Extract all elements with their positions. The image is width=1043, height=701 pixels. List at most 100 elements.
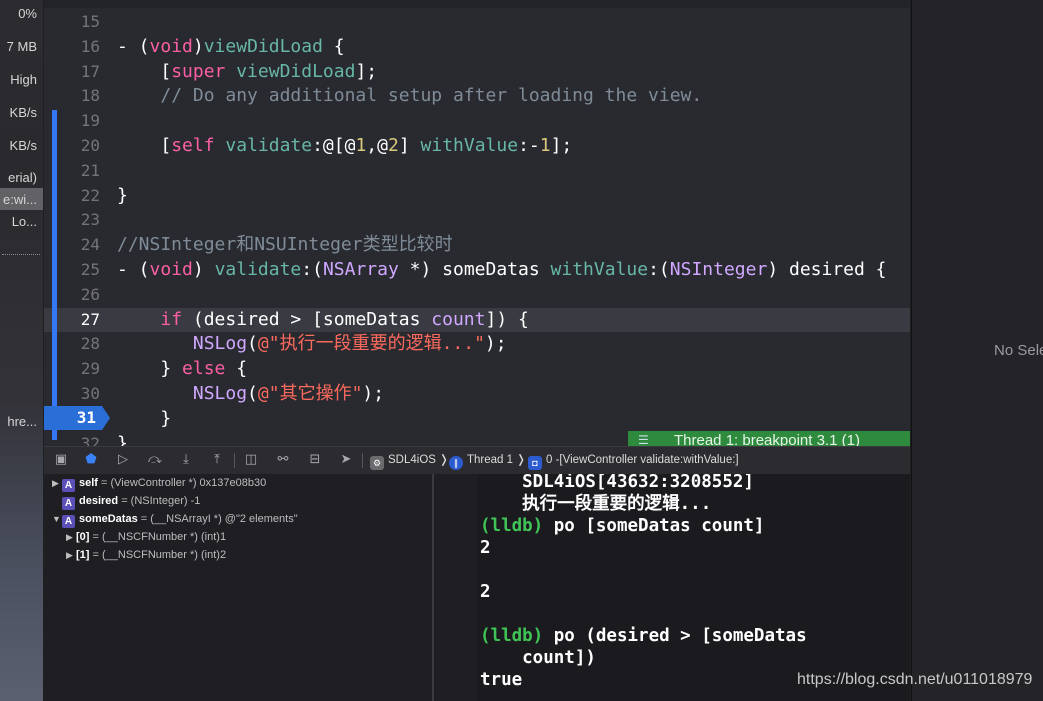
variables-view[interactable]: ▶ Aself = (ViewController *) 0x137e08b30 A… <box>44 474 476 701</box>
crumb-target[interactable]: ⚙ SDL4iOS ❭ <box>370 447 449 474</box>
line-number[interactable]: 18 <box>44 84 100 108</box>
code-text[interactable]: } <box>117 184 128 208</box>
crumb-frame[interactable]: ◘ 0 -[ViewController validate:withValue:] <box>528 447 739 474</box>
code-text[interactable]: } <box>117 432 128 446</box>
variable-value: = (__NSCFNumber *) (int)2 <box>89 549 227 561</box>
disclosure-open-icon[interactable]: ▼ <box>52 510 62 528</box>
code-line[interactable]: 23 <box>44 208 910 232</box>
inspector-pane: No Selection <box>911 0 1043 701</box>
console-text: po [someDatas count] <box>543 516 765 536</box>
debug-gauges-panel: 0% 7 MB High KB/s KB/s erial) e:wi... Lo... hre.… <box>0 0 43 701</box>
frame-label-2[interactable]: Lo... <box>12 214 37 229</box>
code-line[interactable]: 15 <box>44 10 910 34</box>
console-text: 2 <box>480 538 491 558</box>
lldb-prompt: (lldb) <box>480 516 544 536</box>
line-number[interactable]: 17 <box>44 60 100 84</box>
code-text[interactable]: NSLog(@"其它操作"); <box>117 382 384 406</box>
console-output-line: 执行一段重要的逻辑... <box>480 493 711 515</box>
hide-debug-area-icon[interactable]: ▣ <box>52 451 70 469</box>
code-line[interactable]: 19 <box>44 109 910 133</box>
cpu-gauge[interactable]: 0% <box>18 6 37 21</box>
variable-value: = (NSInteger) -1 <box>118 495 201 507</box>
debug-area-splitter[interactable] <box>432 474 434 701</box>
code-text[interactable]: - (void)viewDidLoad { <box>117 35 345 59</box>
argument-badge-icon: A <box>62 515 75 528</box>
debug-bar-divider <box>362 453 363 468</box>
no-selection-label: No Selection <box>994 342 1043 359</box>
console-text: 执行一段重要的逻辑... <box>480 494 712 514</box>
code-line[interactable]: 25- (void) validate:(NSArray *) someData… <box>44 258 910 282</box>
user-frame-icon: ◘ <box>528 456 542 470</box>
code-line[interactable]: 18 // Do any additional setup after load… <box>44 84 910 108</box>
thread-banner-text: Thread 1: breakpoint 3.1 (1) <box>674 432 860 446</box>
line-number[interactable]: 15 <box>44 10 100 34</box>
code-line[interactable]: 30 NSLog(@"其它操作"); <box>44 382 910 406</box>
lldb-prompt: (lldb) <box>480 626 544 646</box>
simulate-location-icon[interactable]: ➤ <box>337 451 355 469</box>
code-text[interactable]: - (void) validate:(NSArray *) someDatas … <box>117 258 887 282</box>
disclosure-closed-icon[interactable]: ▶ <box>66 528 76 546</box>
code-text[interactable]: NSLog(@"执行一段重要的逻辑..."); <box>117 332 507 356</box>
console-text: true <box>480 670 523 690</box>
crumb-thread[interactable]: ∥ Thread 1 ❭ <box>449 447 526 474</box>
variable-row[interactable]: Adesired = (NSInteger) -1 <box>52 492 200 510</box>
code-line[interactable]: 21 <box>44 159 910 183</box>
queue-label[interactable]: erial) <box>8 170 37 185</box>
code-line[interactable]: 29 } else { <box>44 357 910 381</box>
code-line[interactable]: 26 <box>44 283 910 307</box>
code-text[interactable]: //NSInteger和NSUInteger类型比较时 <box>117 233 453 257</box>
disclosure-closed-icon[interactable]: ▶ <box>66 546 76 564</box>
lldb-console[interactable]: SDL4iOS[43632:3208552] 执行一段重要的逻辑... (lldb… <box>477 474 910 701</box>
memory-graph-icon[interactable]: ⚯ <box>274 451 292 469</box>
variable-row[interactable]: ▶ Aself = (ViewController *) 0x137e08b30 <box>52 474 266 492</box>
energy-gauge[interactable]: High <box>10 72 37 87</box>
disk-gauge[interactable]: KB/s <box>10 105 37 120</box>
console-output-line: 2 <box>480 537 491 559</box>
code-line[interactable]: 27 if (desired > [someDatas count]) { <box>44 307 910 332</box>
code-text[interactable]: [self validate:@[@1,@2] withValue:-1]; <box>117 134 572 158</box>
code-line[interactable]: 31 } <box>44 407 910 431</box>
code-coverage-strip <box>52 110 57 440</box>
code-line[interactable]: 17 [super viewDidLoad]; <box>44 60 910 84</box>
variable-name: [1] <box>76 549 90 561</box>
thread-lines-icon: ☰ <box>638 433 649 446</box>
variable-row[interactable]: ▼ AsomeDatas = (__NSArrayI *) @"2 element… <box>52 510 298 528</box>
argument-badge-icon: A <box>62 479 75 492</box>
memory-gauge[interactable]: 7 MB <box>7 39 37 54</box>
variable-row[interactable]: ▶ [0] = (__NSCFNumber *) (int)1 <box>66 528 226 546</box>
step-over-icon[interactable]: ⤼ <box>146 451 164 469</box>
thread-label[interactable]: hre... <box>7 414 37 429</box>
breakpoint-marker[interactable]: 31 <box>44 406 110 430</box>
code-text[interactable]: [super viewDidLoad]; <box>117 60 377 84</box>
gauge-separator <box>2 254 40 255</box>
view-hierarchy-icon[interactable]: ◫ <box>242 451 260 469</box>
code-line[interactable]: 20 [self validate:@[@1,@2] withValue:-1]… <box>44 134 910 158</box>
console-text: po (desired > [someDatas <box>543 626 807 646</box>
code-line[interactable]: 24//NSInteger和NSUInteger类型比较时 <box>44 233 910 257</box>
code-line[interactable]: 16 - (void)viewDidLoad { <box>44 35 910 59</box>
console-command-line: (lldb) po (desired > [someDatas <box>480 625 807 647</box>
network-gauge[interactable]: KB/s <box>10 138 37 153</box>
code-text[interactable]: // Do any additional setup after loading… <box>117 84 702 108</box>
variable-value: = (__NSArrayI *) @"2 elements" <box>137 513 298 525</box>
argument-badge-icon: A <box>62 497 75 510</box>
code-line[interactable]: 28 NSLog(@"执行一段重要的逻辑..."); <box>44 332 910 356</box>
code-text[interactable]: if (desired > [someDatas count]) { <box>117 308 528 332</box>
variable-row[interactable]: ▶ [1] = (__NSCFNumber *) (int)2 <box>66 546 226 564</box>
source-editor[interactable]: 15 16- (void)viewDidLoad {17 [super viewD… <box>44 0 910 446</box>
breakpoints-toggle-icon[interactable]: ⬟ <box>82 451 100 469</box>
frame-label-1[interactable]: e:wi... <box>3 192 37 207</box>
code-text[interactable]: } <box>117 407 171 431</box>
step-out-icon[interactable]: ⤒ <box>208 451 226 469</box>
line-number[interactable]: 16 <box>44 35 100 59</box>
continue-icon[interactable]: ▷ <box>114 451 132 469</box>
console-text: count]) <box>480 648 596 668</box>
environment-overrides-icon[interactable]: ⊟ <box>306 451 324 469</box>
disclosure-closed-icon[interactable]: ▶ <box>52 474 62 492</box>
code-line[interactable]: 22} <box>44 184 910 208</box>
console-text: 2 <box>480 582 491 602</box>
code-text[interactable]: } else { <box>117 357 247 381</box>
debug-bar: ▣ ⬟ ▷ ⤼ ⤓ ⤒ ◫ ⚯ ⊟ ➤ ⚙ SDL4iOS ❭ ∥ Thread 1… <box>44 446 910 475</box>
step-into-icon[interactable]: ⤓ <box>177 451 195 469</box>
crumb-thread-label: Thread 1 <box>467 454 514 466</box>
